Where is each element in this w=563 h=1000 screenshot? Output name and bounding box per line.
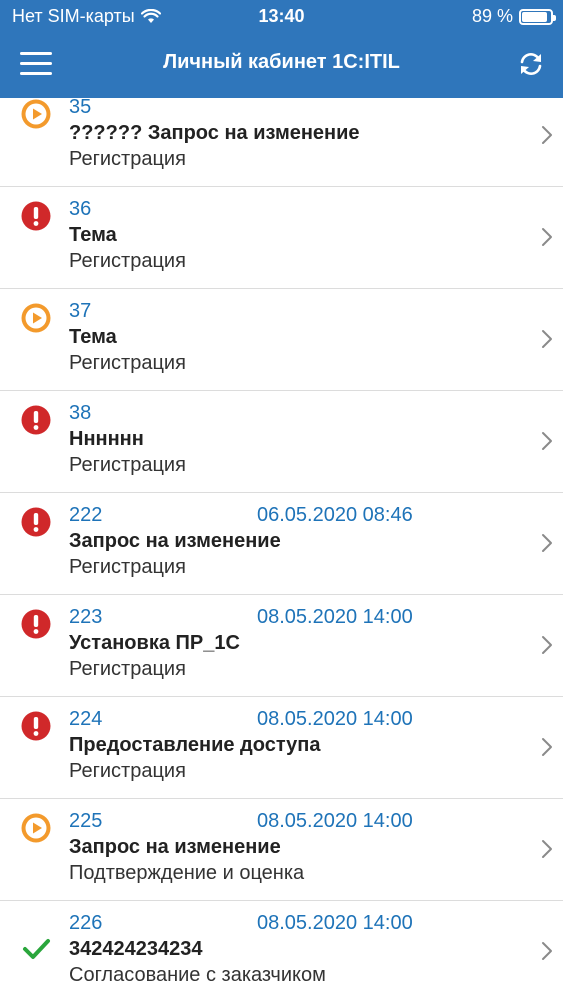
error-icon — [21, 507, 51, 537]
request-title: Запрос на изменение — [69, 836, 281, 858]
error-icon — [21, 405, 51, 435]
request-state: Регистрация — [69, 760, 186, 782]
status-bar: Нет SIM-карты 13:40 89 % — [0, 0, 563, 34]
chevron-right-icon — [542, 228, 552, 246]
chevron-right-icon — [542, 126, 552, 144]
request-date: 08.05.2020 14:00 — [257, 912, 413, 934]
error-icon — [21, 711, 51, 741]
request-number: 223 — [69, 606, 103, 628]
chevron-right-icon — [542, 636, 552, 654]
request-number: 36 — [69, 198, 92, 220]
request-list[interactable]: 35?????? Запрос на изменение Регистрация 3… — [0, 98, 563, 1000]
request-number: 224 — [69, 708, 103, 730]
list-item[interactable]: 35 ?????? Запрос на изменение Регистрация — [0, 98, 563, 187]
chevron-right-icon — [542, 942, 552, 960]
request-title: Установка ПР_1С — [69, 632, 240, 654]
refresh-icon[interactable] — [517, 50, 545, 78]
request-state: Регистрация — [69, 250, 186, 272]
request-title: 342424234234 — [69, 938, 203, 960]
page-title: Личный кабинет 1С:ITIL — [163, 51, 400, 73]
request-state: Регистрация — [69, 658, 186, 680]
request-date: 08.05.2020 14:00 — [257, 810, 413, 832]
chevron-right-icon — [542, 534, 552, 552]
battery-percent: 89 % — [471, 6, 513, 26]
request-number: 222 — [69, 504, 103, 526]
request-number: 37 — [69, 300, 92, 322]
list-item[interactable]: 226 08.05.2020 14:00 342424234234 Согласова… — [0, 901, 563, 1000]
chevron-right-icon — [542, 840, 552, 858]
request-state: Согласование с заказчиком — [69, 964, 326, 986]
list-item[interactable]: 222 06.05.2020 08:46 Запрос на изменение Ре… — [0, 493, 563, 595]
request-date: 08.05.2020 14:00 — [257, 708, 413, 730]
chevron-right-icon — [542, 330, 552, 348]
list-item[interactable]: 36 Тема Регистрация — [0, 187, 563, 289]
checkmark-icon — [21, 933, 51, 963]
app-header: Нет SIM-карты 13:40 89 % Личный кабинет … — [0, 0, 563, 98]
error-icon — [21, 201, 51, 231]
play-icon — [21, 303, 51, 333]
request-title: Тема — [69, 224, 117, 246]
request-state: Регистрация — [69, 352, 186, 374]
error-icon — [21, 609, 51, 639]
request-state: Регистрация — [69, 148, 186, 170]
request-title: ?????? Запрос на изменение — [69, 122, 360, 144]
battery-level — [522, 11, 547, 22]
chevron-right-icon — [542, 738, 552, 756]
request-date: 06.05.2020 08:46 — [257, 504, 413, 526]
list-item[interactable]: 38 Нннннн Регистрация — [0, 391, 563, 493]
request-number: 38 — [69, 402, 92, 424]
nav-bar: Личный кабинет 1С:ITIL — [0, 34, 563, 98]
request-title: Нннннн — [69, 428, 144, 450]
play-icon — [21, 99, 51, 129]
request-state: Регистрация — [69, 556, 186, 578]
chevron-right-icon — [542, 432, 552, 450]
list-item[interactable]: 224 08.05.2020 14:00 Предоставление доступ… — [0, 697, 563, 799]
request-number: 35 — [69, 98, 92, 118]
request-number: 226 — [69, 912, 103, 934]
request-title: Предоставление доступа — [69, 734, 321, 756]
request-state: Подтверждение и оценка — [69, 862, 305, 884]
list-item[interactable]: 37 Тема Регистрация — [0, 289, 563, 391]
play-icon — [21, 813, 51, 843]
request-state: Регистрация — [69, 454, 186, 476]
request-title: Запрос на изменение — [69, 530, 281, 552]
request-title: Тема — [69, 326, 117, 348]
list-item[interactable]: 223 08.05.2020 14:00 Установка ПР_1С Регист… — [0, 595, 563, 697]
request-number: 225 — [69, 810, 103, 832]
list-item[interactable]: 225 08.05.2020 14:00 Запрос на изменение По… — [0, 799, 563, 901]
battery-group: 89 % — [471, 6, 556, 27]
battery-icon — [519, 8, 556, 25]
request-date: 08.05.2020 14:00 — [257, 606, 413, 628]
